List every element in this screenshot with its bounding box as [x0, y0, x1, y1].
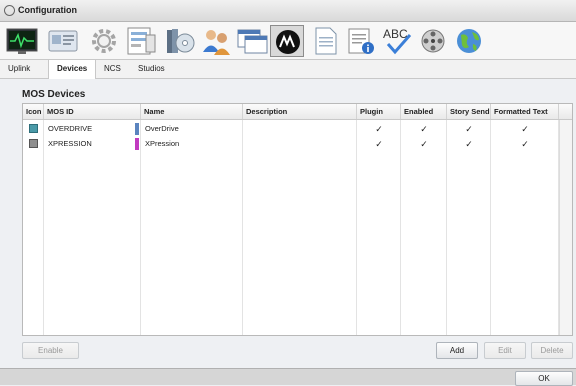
cell-name: XPression — [145, 139, 180, 148]
ok-button[interactable]: OK — [515, 371, 573, 386]
cell-mos-id: OVERDRIVE — [48, 124, 93, 133]
edit-button[interactable]: Edit — [484, 342, 526, 359]
cell-formatted-text: ✓ — [521, 124, 529, 134]
column-header-plugin[interactable]: Plugin — [357, 104, 401, 119]
cell-enabled: ✓ — [420, 124, 428, 134]
cell-plugin: ✓ — [375, 124, 383, 134]
bottom-bar: OK — [0, 368, 576, 386]
cell-story-send: ✓ — [465, 124, 473, 134]
cell-description — [243, 122, 355, 136]
monitor-icon[interactable] — [5, 25, 39, 57]
table-header: Icon MOS ID Name Description Plugin Enab… — [23, 104, 572, 120]
table-scrollbar[interactable] — [559, 120, 572, 335]
cell-enabled: ✓ — [420, 139, 428, 149]
tab-uplink[interactable]: Uplink — [0, 60, 38, 78]
cell-mos-id: XPRESSION — [48, 139, 92, 148]
mos-devices-table: Icon MOS ID Name Description Plugin Enab… — [22, 103, 573, 336]
tab-devices[interactable]: Devices — [48, 60, 97, 79]
users-icon[interactable] — [199, 25, 233, 57]
media-disc-icon[interactable] — [163, 25, 197, 57]
cell-plugin: ✓ — [375, 139, 383, 149]
delete-button[interactable]: Delete — [531, 342, 573, 359]
overdrive-device-icon — [29, 124, 38, 133]
svg-text:ABC: ABC — [383, 27, 408, 41]
section-title: MOS Devices — [22, 89, 86, 100]
column-header-formatted-text[interactable]: Formatted Text — [491, 104, 559, 119]
tab-ncs[interactable]: NCS — [96, 60, 129, 78]
column-header-mos-id[interactable]: MOS ID — [44, 104, 141, 119]
window-title: Configuration — [18, 5, 77, 15]
cell-name: OverDrive — [145, 124, 179, 133]
film-reel-icon[interactable] — [416, 25, 450, 57]
enable-button[interactable]: Enable — [22, 342, 79, 359]
globe-icon[interactable] — [452, 25, 486, 57]
gear-icon[interactable] — [87, 25, 121, 57]
column-header-description[interactable]: Description — [243, 104, 357, 119]
column-header-name[interactable]: Name — [141, 104, 243, 119]
device-card-icon[interactable] — [46, 25, 80, 57]
xpression-device-icon — [29, 139, 38, 148]
column-header-story-send[interactable]: Story Send — [447, 104, 491, 119]
windows-icon[interactable] — [235, 25, 269, 57]
document-info-icon[interactable] — [344, 25, 378, 57]
table-row[interactable]: OVERDRIVE OverDrive ✓ ✓ ✓ ✓ — [23, 122, 572, 136]
forms-icon[interactable] — [124, 25, 158, 57]
column-header-enabled[interactable]: Enabled — [401, 104, 447, 119]
color-swatch — [135, 123, 139, 135]
table-row[interactable]: XPRESSION XPression ✓ ✓ ✓ ✓ — [23, 137, 572, 151]
toolbar: ABC — [0, 22, 576, 60]
tab-bar: Uplink Devices NCS Studios — [0, 60, 576, 79]
tab-studios[interactable]: Studios — [130, 60, 173, 78]
column-header-icon[interactable]: Icon — [23, 104, 44, 119]
spellcheck-icon[interactable]: ABC — [380, 25, 414, 57]
add-button[interactable]: Add — [436, 342, 478, 359]
mos-logo-icon[interactable] — [270, 25, 304, 57]
color-swatch — [135, 138, 139, 150]
gear-icon — [4, 5, 15, 16]
title-bar: Configuration — [0, 0, 576, 22]
document-icon[interactable] — [308, 25, 342, 57]
cell-description — [243, 137, 355, 151]
cell-formatted-text: ✓ — [521, 139, 529, 149]
cell-story-send: ✓ — [465, 139, 473, 149]
